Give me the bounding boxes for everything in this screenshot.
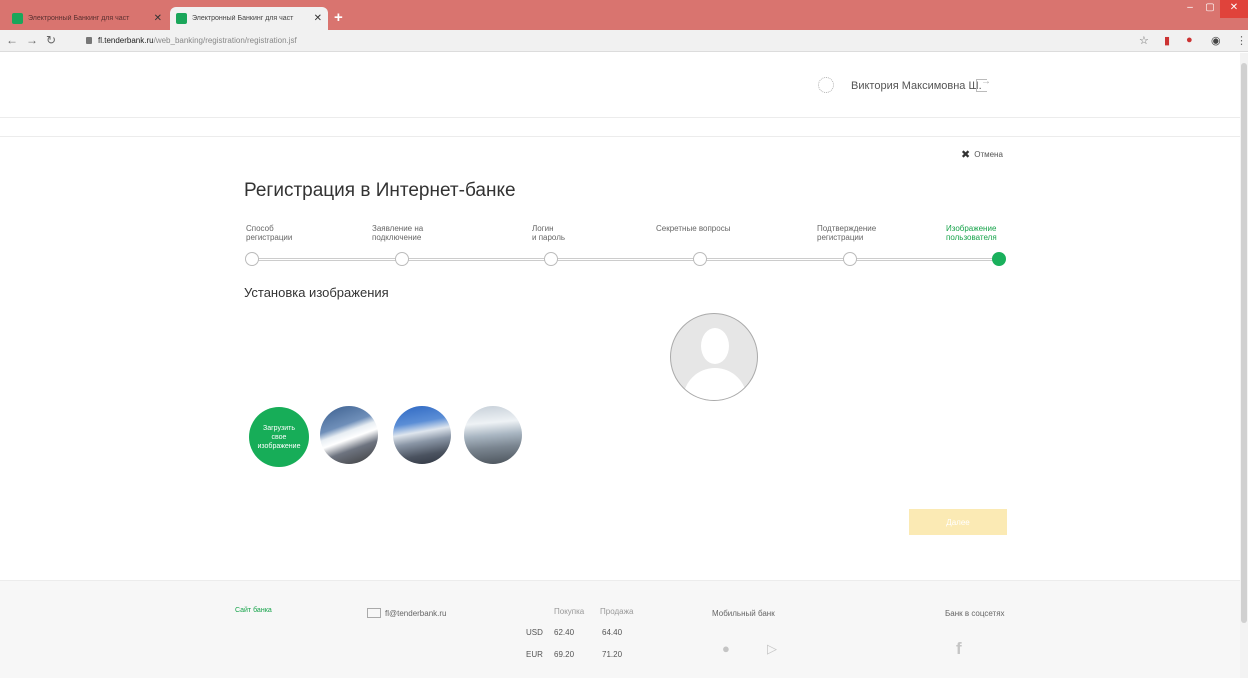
- window-close-icon[interactable]: ✕: [1220, 0, 1248, 18]
- step-label-application: Заявление на подключение: [372, 224, 423, 242]
- bookmark-star-icon[interactable]: ☆: [1139, 34, 1149, 47]
- stepper-track: [252, 258, 1000, 261]
- extension-avatar-icon[interactable]: ●: [1186, 34, 1193, 46]
- step-label-questions: Секретные вопросы: [656, 224, 730, 233]
- step-text: Секретные вопросы: [656, 224, 731, 233]
- envelope-icon: [367, 608, 381, 618]
- step-text: Способ регистрации: [246, 224, 293, 242]
- url-path: /web_banking/registration/registration.j…: [153, 36, 297, 45]
- step-text: Логин и пароль: [532, 224, 566, 242]
- upload-label: Загрузить свое изображение: [257, 424, 301, 450]
- scrollbar[interactable]: [1240, 53, 1248, 678]
- minimize-icon[interactable]: –: [1180, 0, 1200, 18]
- new-tab-button[interactable]: +: [334, 9, 343, 26]
- email-text: fl@tenderbank.ru: [385, 608, 447, 618]
- next-button[interactable]: Далее: [909, 509, 1007, 535]
- profile-icon[interactable]: ◉: [1211, 34, 1221, 47]
- page-title: Регистрация в Интернет-банке: [244, 180, 516, 201]
- tab-title: Электронный Банкинг для част: [192, 15, 294, 22]
- step-label-image: Изображение пользователя: [946, 224, 997, 242]
- window-controls: – ▢ ✕: [1180, 0, 1248, 18]
- forward-icon[interactable]: →: [26, 33, 38, 47]
- step-label-login: Логин и пароль: [532, 224, 565, 242]
- maximize-icon[interactable]: ▢: [1200, 0, 1220, 18]
- step-label-confirmation: Подтверждение регистрации: [817, 224, 876, 242]
- google-play-icon[interactable]: ▷: [767, 641, 777, 657]
- close-tab-icon[interactable]: ✕: [154, 13, 162, 24]
- step-text: Заявление на подключение: [372, 224, 424, 242]
- bank-site-link[interactable]: Сайт банка: [235, 607, 272, 614]
- site-favicon-icon: [12, 13, 23, 24]
- logout-icon[interactable]: [976, 76, 991, 92]
- settings-gear-icon[interactable]: [818, 77, 834, 93]
- step-dot: [395, 252, 409, 266]
- divider: [0, 117, 1240, 118]
- section-title: Установка изображения: [244, 285, 389, 300]
- step-text: Подтверждение регистрации: [817, 224, 877, 242]
- social-title: Банк в соцсетях: [945, 609, 1005, 618]
- divider: [0, 136, 1240, 137]
- step-dot-active: [992, 252, 1006, 266]
- page-content: Виктория Максимовна Ш. ✖ Отмена Регистра…: [0, 53, 1240, 678]
- url-host: fl.tenderbank.ru: [98, 36, 154, 45]
- reload-icon[interactable]: ↻: [46, 33, 56, 47]
- mobile-bank-title: Мобильный банк: [712, 609, 775, 618]
- avatar-placeholder-icon: [670, 313, 758, 401]
- user-name[interactable]: Виктория Максимовна Ш.: [851, 80, 982, 92]
- close-tab-icon[interactable]: ✕: [314, 13, 322, 24]
- browser-tab-2[interactable]: Электронный Банкинг для част ✕: [170, 7, 328, 30]
- upload-image-button[interactable]: Загрузить свое изображение: [249, 407, 309, 467]
- footer: Сайт банка fl@tenderbank.ru Покупка Прод…: [0, 580, 1240, 678]
- footer-email[interactable]: fl@tenderbank.ru: [367, 608, 447, 618]
- url-field[interactable]: fl.tenderbank.ru/web_banking/registratio…: [86, 36, 297, 45]
- step-dot: [693, 252, 707, 266]
- menu-icon[interactable]: ⋮: [1236, 34, 1247, 47]
- step-dot: [245, 252, 259, 266]
- facebook-icon[interactable]: f: [956, 639, 962, 659]
- currency-code: USD: [526, 628, 543, 637]
- back-icon[interactable]: ←: [6, 33, 18, 47]
- buy-header: Покупка: [554, 607, 585, 616]
- avatar-head: [701, 328, 729, 364]
- step-label-method: Способ регистрации: [246, 224, 292, 242]
- cancel-label: Отмена: [974, 150, 1003, 159]
- avatar-option-mountain-3[interactable]: [464, 406, 522, 464]
- close-icon: ✖: [961, 149, 971, 161]
- avatar-option-mountain-2[interactable]: [393, 406, 451, 464]
- currency-sell: 71.20: [602, 650, 623, 659]
- apple-icon[interactable]: ●: [722, 641, 730, 656]
- currency-buy: 69.20: [554, 650, 575, 659]
- avatar-body: [683, 368, 747, 400]
- tab-title: Электронный Банкинг для част: [28, 15, 130, 22]
- browser-tab-bar: Электронный Банкинг для част ✕ Электронн…: [0, 0, 1248, 30]
- address-bar: ← → ↻ fl.tenderbank.ru/web_banking/regis…: [0, 30, 1248, 52]
- step-text: Изображение пользователя: [946, 224, 997, 242]
- scrollbar-thumb[interactable]: [1241, 63, 1247, 623]
- currency-sell: 64.40: [602, 628, 623, 637]
- step-dot: [843, 252, 857, 266]
- browser-tab-1[interactable]: Электронный Банкинг для част ✕: [6, 7, 168, 30]
- currency-code: EUR: [526, 650, 543, 659]
- site-favicon-icon: [176, 13, 187, 24]
- currency-buy: 62.40: [554, 628, 575, 637]
- avatar-option-mountain-1[interactable]: [320, 406, 378, 464]
- lock-icon: [86, 37, 92, 44]
- step-dot: [544, 252, 558, 266]
- sell-header: Продажа: [600, 607, 634, 616]
- extension-icon[interactable]: ▮: [1164, 34, 1170, 47]
- cancel-button[interactable]: ✖ Отмена: [961, 148, 1003, 161]
